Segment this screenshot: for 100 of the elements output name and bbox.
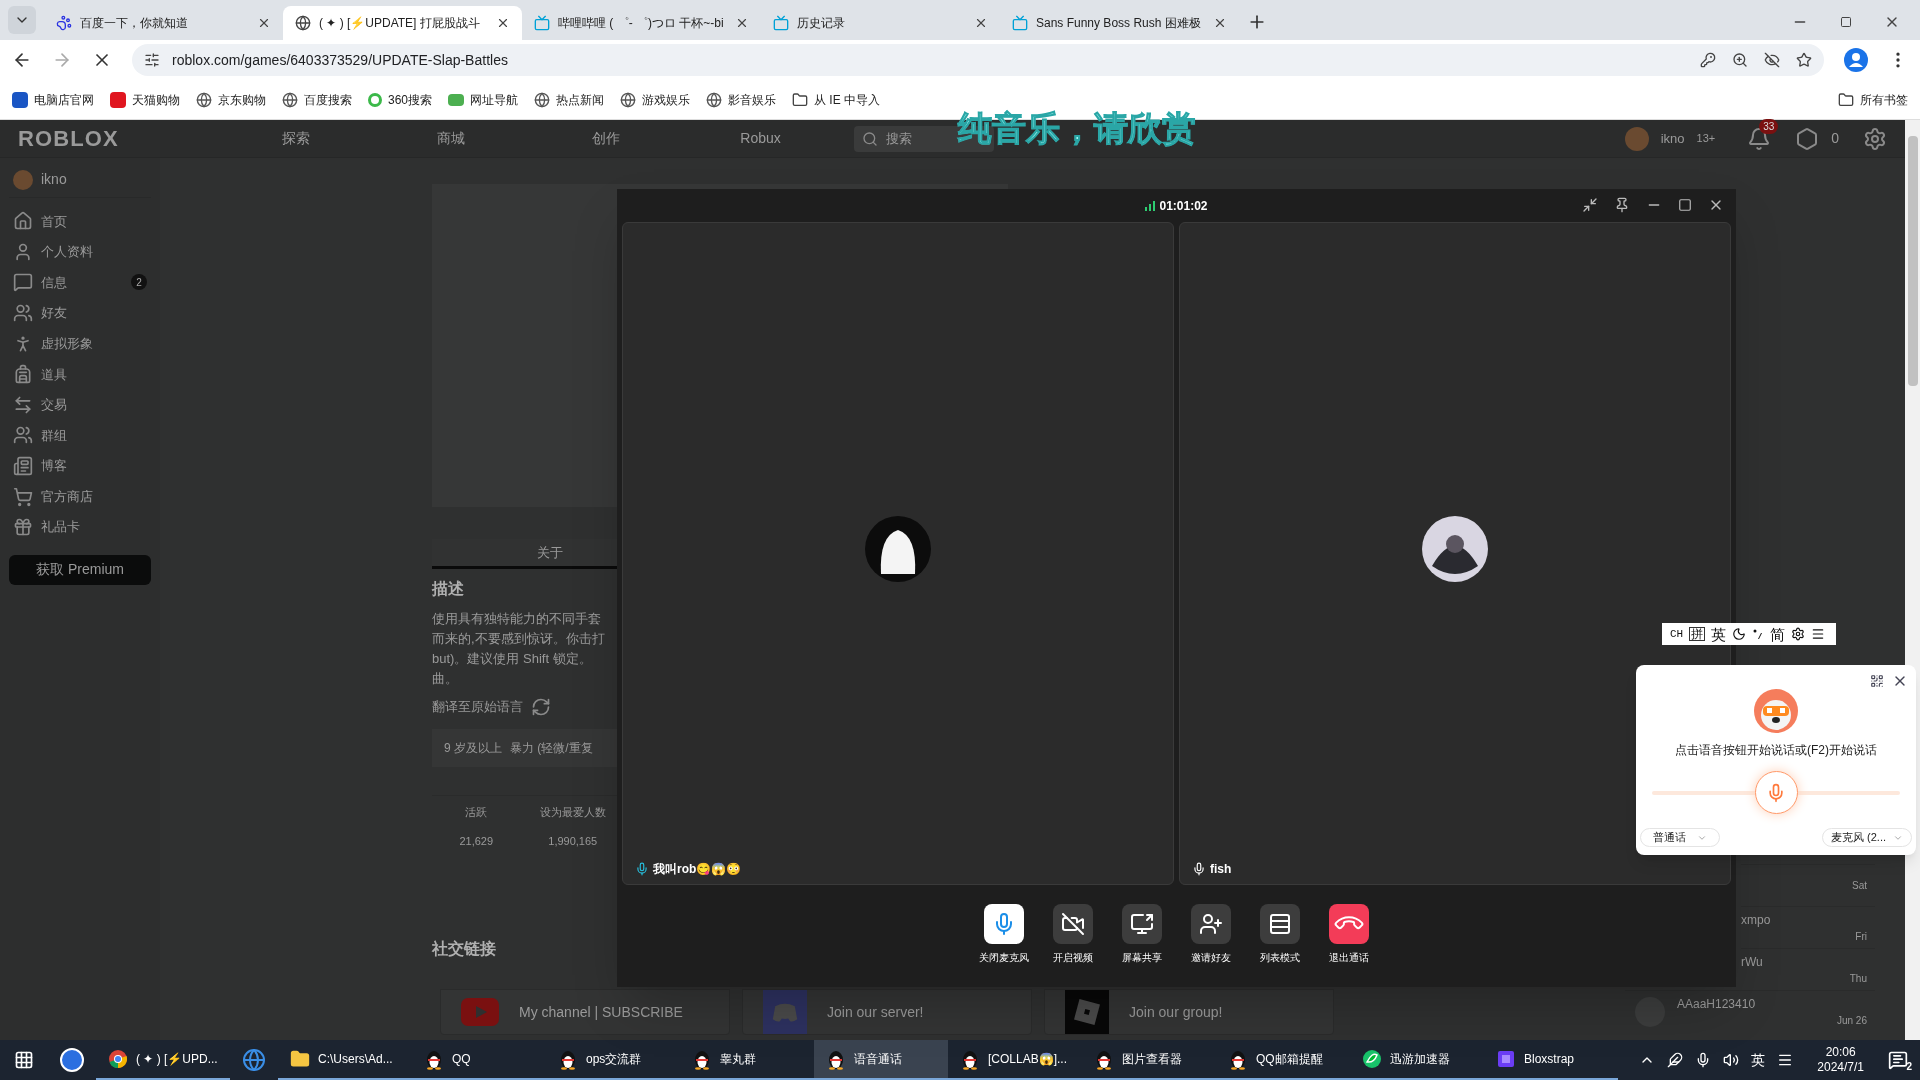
nav-link[interactable]: 探索 <box>218 128 373 149</box>
sidebar-item[interactable]: 博客 <box>9 450 151 482</box>
taskbar-item[interactable]: 语音通话 <box>814 1040 948 1080</box>
taskbar-item[interactable]: 迅游加速器 <box>1350 1040 1484 1080</box>
taskbar-item[interactable]: [COLLAB😱]... <box>948 1040 1082 1080</box>
browser-tab[interactable]: 历史记录 <box>761 6 1000 40</box>
sidebar-item[interactable]: 虚拟形象 <box>9 328 151 359</box>
browser-tab[interactable]: 百度一下，你就知道 <box>44 6 283 40</box>
settings-icon[interactable] <box>1791 627 1806 641</box>
star-icon[interactable] <box>1796 52 1812 68</box>
ime-button[interactable]: 简 <box>1770 626 1786 642</box>
username[interactable]: ikno <box>1660 128 1685 149</box>
chat-row[interactable]: xmpo Fri <box>1741 906 1875 948</box>
address-bar[interactable]: roblox.com/games/6403373529/UPDATE-Slap-Battles <box>132 44 1824 76</box>
taskbar-item[interactable]: QQ <box>412 1040 546 1080</box>
browser-tab[interactable]: Sans Funny Boss Rush 困难极 <box>1000 6 1239 40</box>
sidebar-item[interactable]: 交易 <box>9 389 151 421</box>
speaker-icon[interactable] <box>1723 1052 1740 1068</box>
call-control-button[interactable] <box>984 904 1024 944</box>
notification-icon[interactable] <box>1888 1050 1908 1070</box>
sidebar-item[interactable]: 群组 <box>9 420 151 451</box>
bookmark[interactable]: 百度搜索 <box>282 90 352 109</box>
taskbar-item[interactable]: ops交流群 <box>546 1040 680 1080</box>
taskbar-item[interactable]: QQ邮箱提醒 <box>1216 1040 1350 1080</box>
taskbar-item[interactable]: Bloxstrap <box>1484 1040 1618 1080</box>
restore-icon[interactable] <box>1840 16 1852 28</box>
chat-row[interactable]: Sat <box>1741 864 1875 906</box>
input-language[interactable]: 英 <box>1751 1049 1766 1071</box>
sidebar-item[interactable]: 官方商店 <box>9 481 151 512</box>
qr-code-icon[interactable] <box>1870 674 1884 688</box>
bookmark[interactable]: 从 IE 中导入 <box>792 90 881 109</box>
bookmark[interactable]: 所有书签 <box>1838 90 1908 109</box>
globe-icon <box>620 91 637 108</box>
sidebar-username[interactable]: ikno <box>41 169 67 190</box>
chat-row[interactable]: rWu Thu <box>1741 948 1875 990</box>
call-control-button[interactable] <box>1122 904 1162 944</box>
close-icon[interactable] <box>735 16 749 30</box>
pin-icon[interactable] <box>1614 197 1630 213</box>
ime-button[interactable]: 英 <box>1711 626 1727 642</box>
bookmark[interactable]: 天猫购物 <box>110 90 180 109</box>
nav-link[interactable]: 商城 <box>373 128 528 149</box>
translate-link[interactable]: 翻译至原始语言 <box>432 697 523 717</box>
close-icon[interactable] <box>974 16 988 30</box>
sidebar-item[interactable]: 礼品卡 <box>9 511 151 543</box>
profile-icon[interactable] <box>1844 48 1868 72</box>
sidebar-item[interactable]: 道具 <box>9 358 151 390</box>
bookmark[interactable]: 网址导航 <box>448 90 519 109</box>
premium-button[interactable]: 获取 Premium <box>9 554 151 585</box>
site-info-icon[interactable] <box>144 52 160 68</box>
bookmark[interactable]: 热点新闻 <box>534 90 605 109</box>
tab-list-button[interactable] <box>8 6 36 34</box>
feather-icon[interactable] <box>1667 1052 1684 1068</box>
taskbar-item[interactable]: C:\Users\Ad... <box>278 1040 412 1080</box>
taskbar-item[interactable]: ( ✦ ) [⚡UPD... <box>96 1040 230 1080</box>
taskbar-item[interactable]: 图片查看器 <box>1082 1040 1216 1080</box>
close-icon[interactable] <box>496 16 510 30</box>
close-icon[interactable] <box>257 16 271 30</box>
app-icon[interactable] <box>60 1048 84 1072</box>
punctuation-icon[interactable] <box>1752 628 1765 640</box>
call-control-button[interactable] <box>1329 904 1369 944</box>
sidebar-item[interactable]: 好友 <box>9 297 151 329</box>
nav-link[interactable]: 创作 <box>528 128 683 149</box>
microphone-button[interactable] <box>1754 771 1798 814</box>
chat-row[interactable]: AAaaH123410 Jun 26 <box>1625 990 1875 1032</box>
close-icon[interactable] <box>1213 16 1227 30</box>
ime-button[interactable]: 拼 <box>1689 627 1706 641</box>
stat-value: 1,990,165 <box>548 833 598 849</box>
logo[interactable]: ROBLOX <box>18 122 218 155</box>
maximize-icon[interactable] <box>1678 198 1692 212</box>
social-link-card[interactable]: Join our server! <box>742 989 1032 1035</box>
key-icon[interactable] <box>1700 52 1716 68</box>
moon-icon[interactable] <box>1732 627 1747 641</box>
hexagon-icon[interactable] <box>1795 126 1820 151</box>
bookmark[interactable]: 京东购物 <box>196 90 266 109</box>
bookmark[interactable]: 360搜索 <box>368 90 433 109</box>
bookmark[interactable]: 电脑店官网 <box>12 90 94 109</box>
eye-off-icon[interactable] <box>1764 52 1780 68</box>
about-tab[interactable]: 关于 <box>537 542 563 562</box>
social-link-card[interactable]: My channel | SUBSCRIBE <box>440 989 730 1035</box>
refresh-icon[interactable] <box>531 697 551 717</box>
sidebar-item[interactable]: 个人资料 <box>9 236 151 268</box>
bookmark[interactable]: 影音娱乐 <box>706 90 777 109</box>
nav-link[interactable]: Robux <box>683 128 838 149</box>
social-link-card[interactable]: Join our group! <box>1044 989 1334 1035</box>
call-control-button[interactable] <box>1260 904 1300 944</box>
browser-tab[interactable]: 哔哩哔哩 ( ゜- ゜)つロ 干杯~-bi <box>522 6 761 40</box>
sidebar-item[interactable]: 首页 <box>9 206 151 237</box>
clock[interactable]: 20:06 2024/7/1 <box>1817 1045 1864 1075</box>
browser-tab[interactable]: ( ✦ ) [⚡UPDATE] 打屁股战斗 <box>283 6 522 40</box>
shrink-icon[interactable] <box>1582 197 1598 213</box>
call-control-button[interactable] <box>1191 904 1231 944</box>
menu-icon[interactable] <box>1811 627 1826 641</box>
ime-button[interactable]: CH <box>1670 628 1684 640</box>
camera-off-icon <box>1061 912 1085 936</box>
sidebar-item[interactable]: 信息 2 <box>9 267 151 298</box>
zoom-icon[interactable] <box>1732 52 1748 68</box>
call-control-button[interactable] <box>1053 904 1093 944</box>
start-icon[interactable] <box>14 1050 34 1070</box>
bookmark[interactable]: 游戏娱乐 <box>620 90 691 109</box>
browser-icon[interactable] <box>242 1048 266 1072</box>
